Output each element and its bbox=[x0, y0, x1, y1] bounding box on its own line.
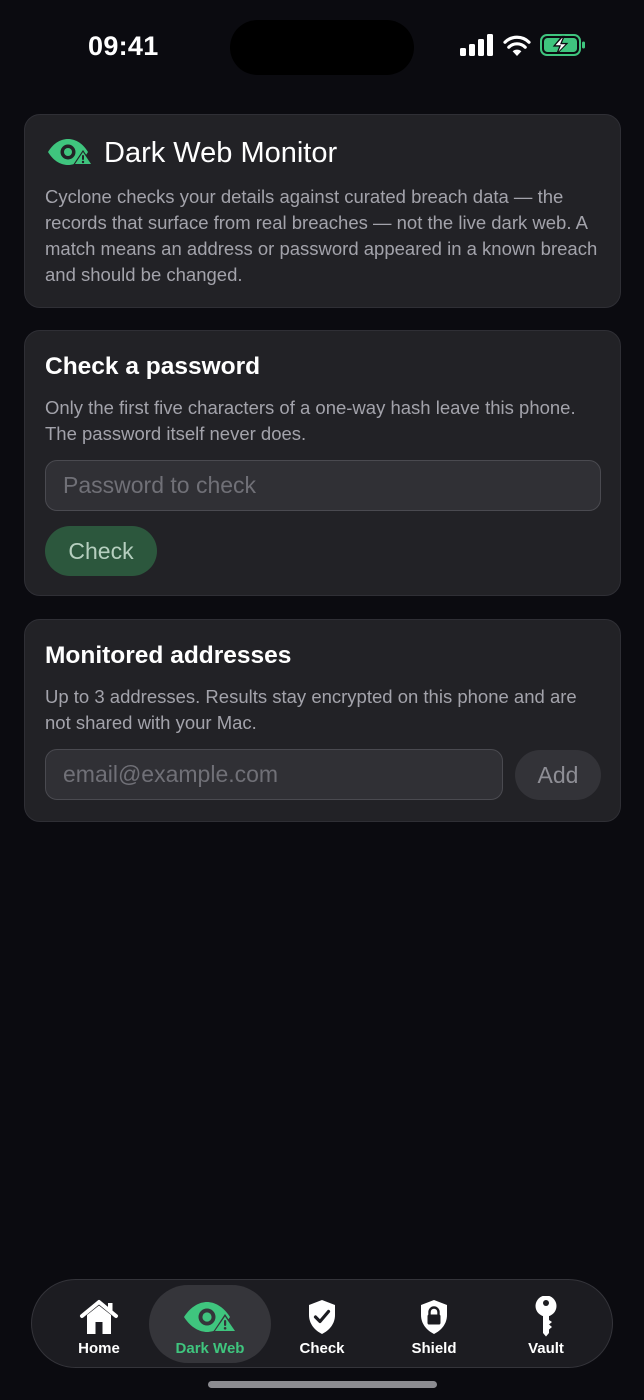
tab-bar: Home Dark Web Check Shield Vault bbox=[31, 1279, 613, 1368]
tab-home[interactable]: Home bbox=[38, 1285, 160, 1363]
email-input[interactable] bbox=[45, 749, 503, 800]
dark-web-info-card: Dark Web Monitor Cyclone checks your det… bbox=[24, 114, 621, 308]
cellular-signal-icon bbox=[460, 34, 494, 60]
password-input[interactable] bbox=[45, 460, 601, 511]
page-title: Dark Web Monitor bbox=[104, 137, 338, 169]
hero-description: Cyclone checks your details against cura… bbox=[45, 186, 598, 285]
tab-vault[interactable]: Vault bbox=[485, 1285, 607, 1363]
tab-shield[interactable]: Shield bbox=[373, 1285, 495, 1363]
shield-lock-icon bbox=[419, 1296, 449, 1338]
eye-warning-icon bbox=[47, 138, 93, 170]
dynamic-island bbox=[230, 20, 414, 75]
status-icons bbox=[460, 34, 586, 60]
monitored-addresses-description: Up to 3 addresses. Results stay encrypte… bbox=[45, 686, 577, 733]
shield-check-icon bbox=[307, 1296, 337, 1338]
status-time: 09:41 bbox=[88, 31, 159, 61]
tab-label-shield: Shield bbox=[411, 1340, 457, 1357]
check-password-title: Check a password bbox=[45, 353, 261, 380]
home-indicator[interactable] bbox=[208, 1381, 437, 1388]
tab-label-vault: Vault bbox=[528, 1340, 564, 1357]
tab-label-home: Home bbox=[78, 1340, 120, 1357]
check-button[interactable]: Check bbox=[45, 526, 157, 576]
eye-warning-icon bbox=[183, 1296, 237, 1338]
key-icon bbox=[534, 1296, 558, 1338]
hero-header: Dark Web Monitor bbox=[47, 137, 337, 170]
tab-check[interactable]: Check bbox=[261, 1285, 383, 1363]
monitored-addresses-title: Monitored addresses bbox=[45, 642, 292, 669]
check-password-card: Check a password Only the first five cha… bbox=[24, 330, 621, 596]
tab-dark-web[interactable]: Dark Web bbox=[149, 1285, 271, 1363]
check-password-description: Only the first five characters of a one-… bbox=[45, 397, 576, 444]
tab-label-check: Check bbox=[299, 1340, 345, 1357]
monitored-addresses-card: Monitored addresses Up to 3 addresses. R… bbox=[24, 619, 621, 822]
wifi-icon bbox=[503, 34, 531, 60]
tab-label-dark-web: Dark Web bbox=[175, 1340, 245, 1357]
dark-web-screen: 09:41 Dark Web Monitor Cyclone checks yo… bbox=[0, 0, 644, 1400]
battery-charging-icon bbox=[540, 34, 586, 60]
home-icon bbox=[79, 1296, 119, 1338]
add-address-button[interactable]: Add bbox=[515, 750, 601, 800]
